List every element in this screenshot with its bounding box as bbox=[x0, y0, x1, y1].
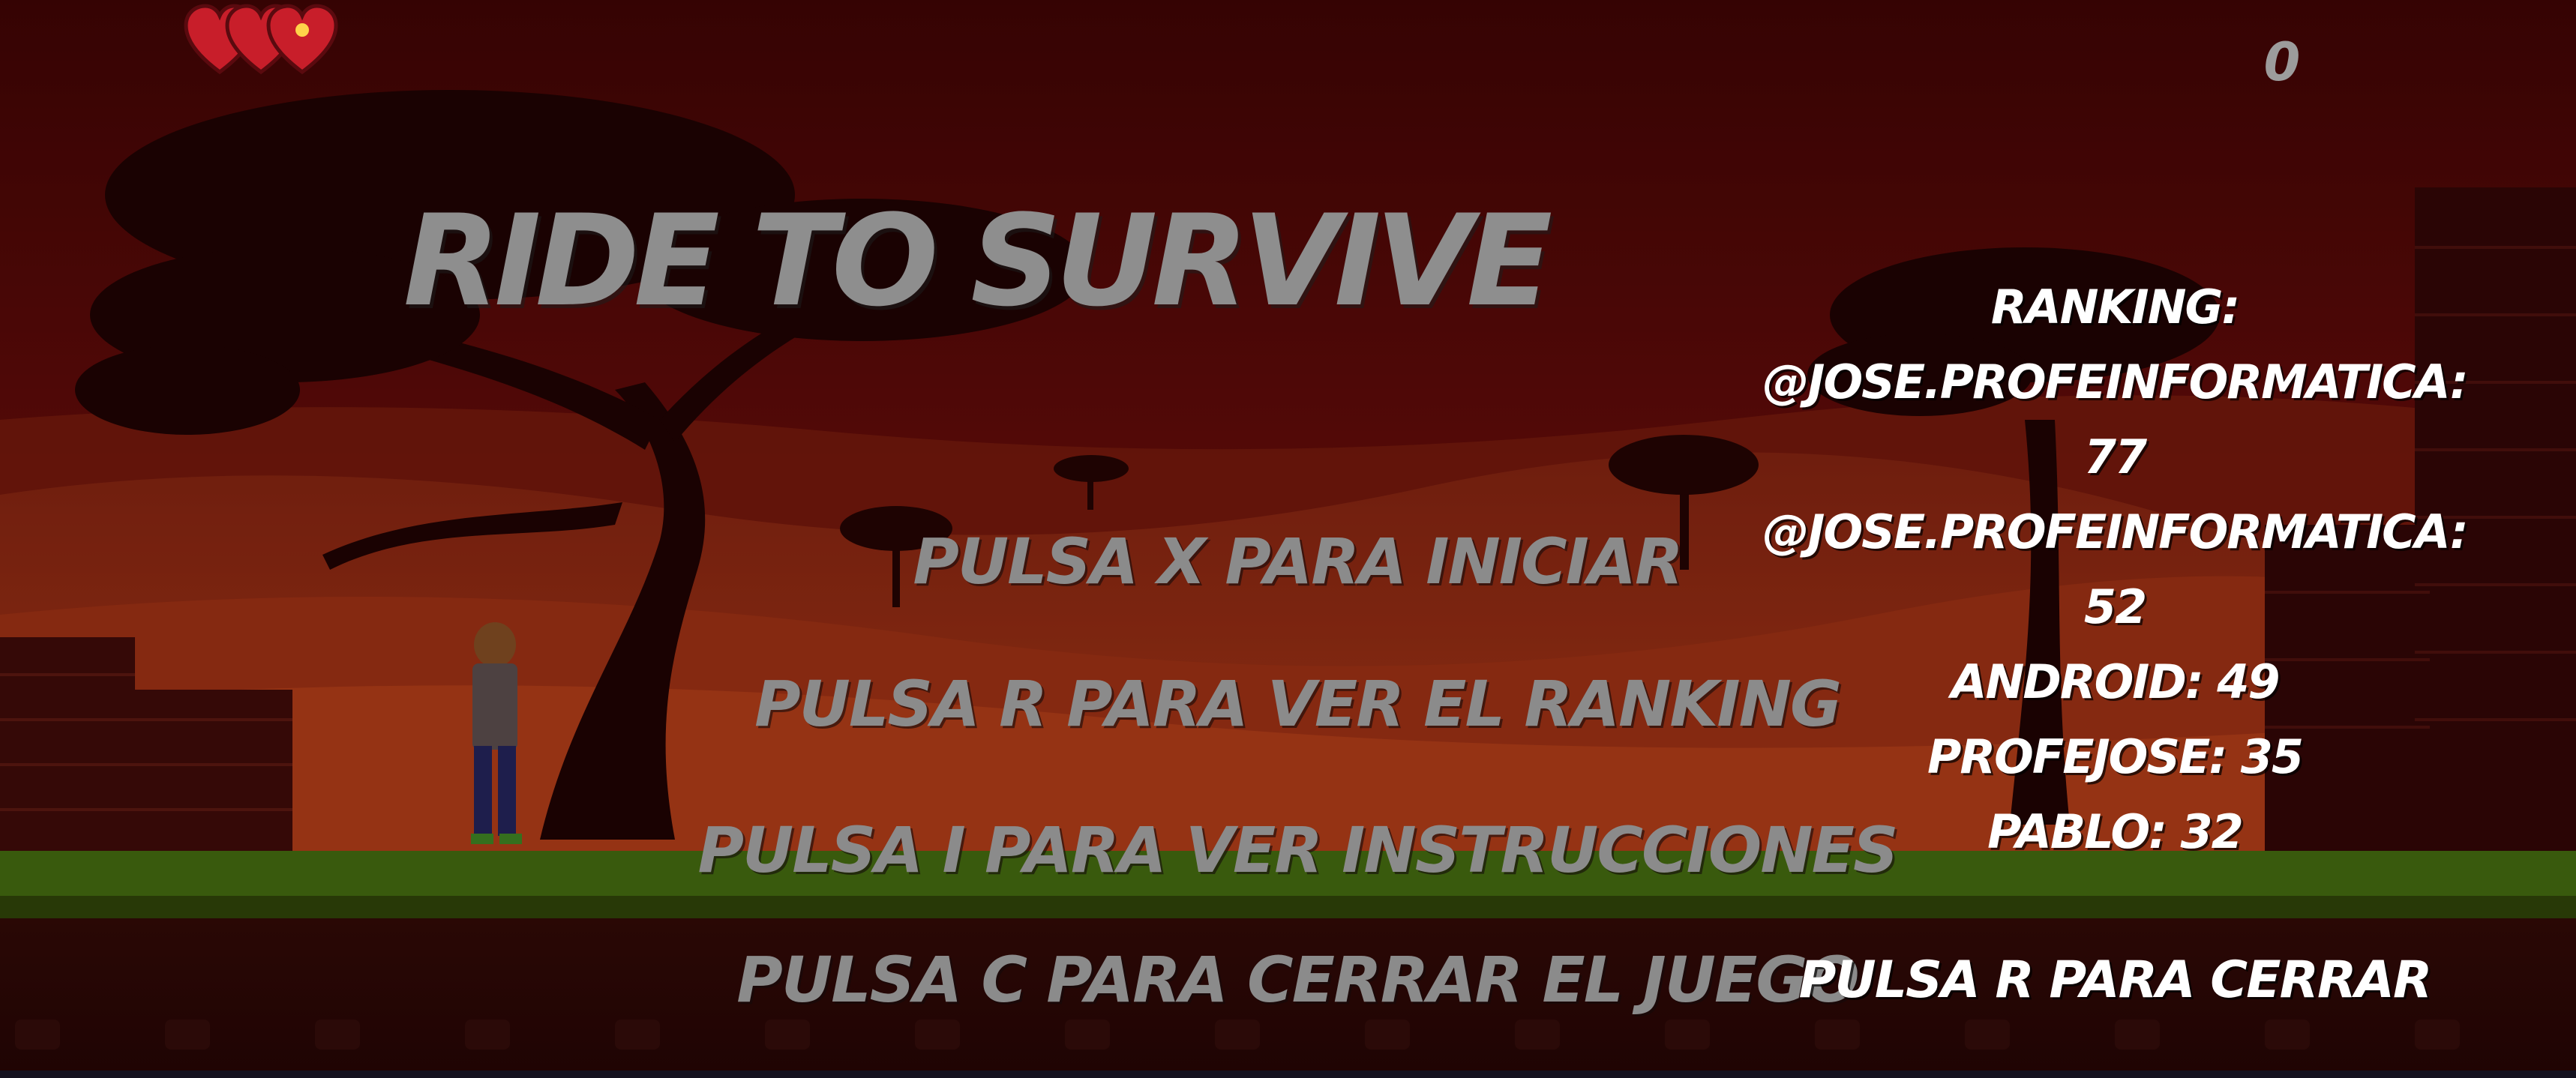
heart-icon bbox=[266, 4, 338, 75]
ranking-heading: RANKING: bbox=[1990, 280, 2240, 334]
ranking-entry: PROFEJOSE: 35 bbox=[1927, 729, 2304, 784]
menu-option-close-game[interactable]: PULSA C PARA CERRAR EL JUEGO bbox=[736, 943, 1859, 1017]
menu-option-instructions[interactable]: PULSA I PARA VER INSTRUCCIONES bbox=[697, 813, 1898, 887]
game-title: RIDE TO SURVIVE bbox=[403, 187, 1553, 334]
lives-hearts-icon bbox=[184, 4, 338, 75]
ranking-close-hint[interactable]: PULSA R PARA CERRAR bbox=[1799, 951, 2433, 1010]
heart-glow-icon bbox=[295, 23, 309, 37]
ranking-entry: @JOSE.PROFEINFORMATICA: bbox=[1762, 355, 2468, 409]
menu-option-ranking[interactable]: PULSA R PARA VER EL RANKING bbox=[754, 667, 1842, 741]
ranking-entry: @JOSE.PROFEINFORMATICA: bbox=[1762, 505, 2468, 559]
ranking-entry: PABLO: 32 bbox=[1987, 804, 2244, 859]
ranking-entry: 52 bbox=[2083, 579, 2147, 634]
ranking-entry: ANDROID: 49 bbox=[1951, 654, 2281, 709]
menu-option-start[interactable]: PULSA X PARA INICIAR bbox=[913, 525, 1683, 598]
score-counter: 0 bbox=[2263, 31, 2301, 93]
ranking-entry: 77 bbox=[2083, 430, 2147, 484]
ranking-panel: RANKING: @JOSE.PROFEINFORMATICA: 77 @JOS… bbox=[1762, 270, 2468, 870]
